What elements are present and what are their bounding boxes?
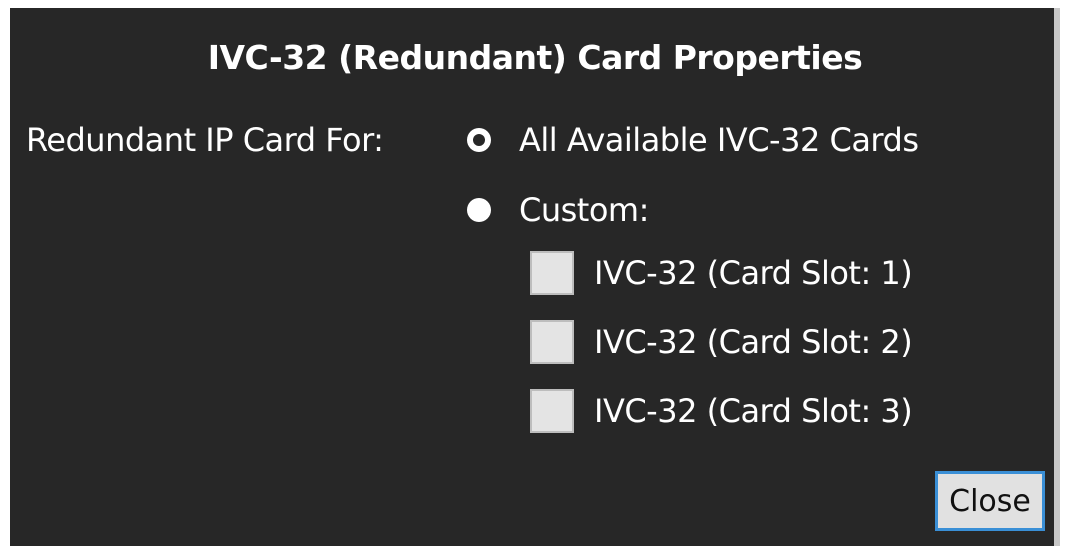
card-slot-1-label: IVC-32 (Card Slot: 1) [594,254,913,292]
card-slot-1-row[interactable]: IVC-32 (Card Slot: 1) [530,251,913,295]
card-slot-1-checkbox[interactable] [530,251,574,295]
close-button[interactable]: Close [935,471,1045,531]
card-slot-2-checkbox[interactable] [530,320,574,364]
card-slot-3-row[interactable]: IVC-32 (Card Slot: 3) [530,389,913,433]
card-slot-3-label: IVC-32 (Card Slot: 3) [594,392,913,430]
card-properties-dialog: IVC-32 (Redundant) Card Properties Redun… [10,8,1060,546]
radio-custom[interactable]: Custom: [467,191,649,229]
radio-button-icon[interactable] [467,198,491,222]
redundant-ip-card-label: Redundant IP Card For: [26,121,384,159]
card-slot-3-checkbox[interactable] [530,389,574,433]
radio-button-icon[interactable] [467,128,491,152]
card-slot-2-label: IVC-32 (Card Slot: 2) [594,323,913,361]
radio-all-available-label: All Available IVC-32 Cards [519,121,919,159]
dialog-title: IVC-32 (Redundant) Card Properties [207,38,863,77]
radio-all-available-cards[interactable]: All Available IVC-32 Cards [467,121,919,159]
radio-custom-label: Custom: [519,191,649,229]
card-slot-2-row[interactable]: IVC-32 (Card Slot: 2) [530,320,913,364]
